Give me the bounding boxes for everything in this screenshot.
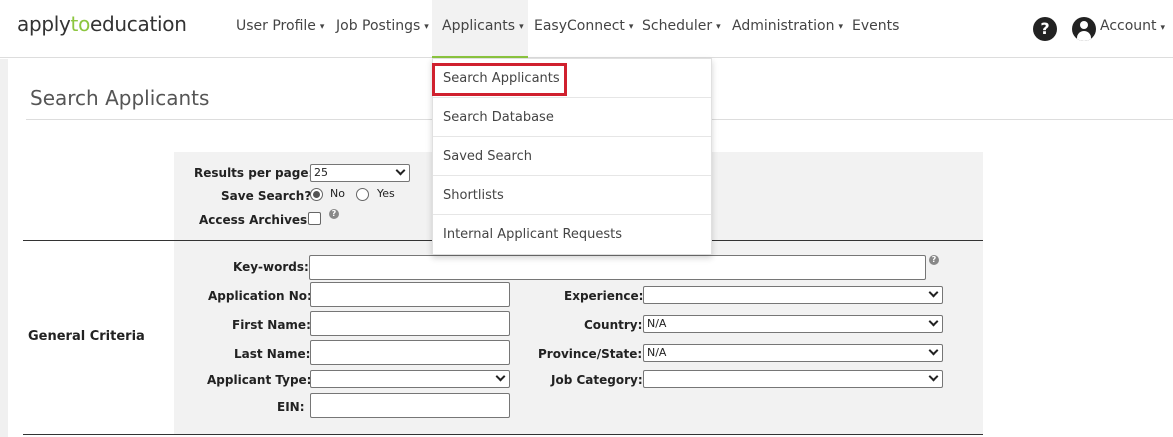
save-search-no-radio[interactable] (310, 188, 323, 201)
first-name-input[interactable] (310, 311, 510, 336)
experience-select[interactable] (643, 286, 943, 304)
applicant-type-select[interactable] (310, 370, 510, 388)
job-category-select[interactable] (643, 370, 943, 388)
highlight-box (432, 63, 567, 96)
menu-item-internal-applicant-requests[interactable]: Internal Applicant Requests (433, 215, 711, 254)
nav-user-profile-label: User Profile (236, 18, 316, 34)
keywords-input[interactable] (309, 255, 926, 280)
nav-job-postings[interactable]: Job Postings ▾ (336, 0, 429, 56)
country-select[interactable]: N/A (643, 315, 943, 333)
nav-user-profile[interactable]: User Profile ▾ (236, 0, 324, 56)
last-name-input[interactable] (310, 340, 510, 365)
page-title: Search Applicants (30, 86, 210, 110)
nav-events[interactable]: Events (852, 0, 899, 56)
chevron-down-icon: ▾ (424, 22, 429, 32)
section-divider (23, 434, 983, 435)
applytoeducation-logo[interactable]: applytoeducation (17, 12, 187, 36)
applicant-type-label: Applicant Type: (207, 373, 312, 387)
nav-applicants-label: Applicants (442, 18, 516, 34)
logo-text-post: education (90, 12, 187, 36)
results-per-page-select[interactable]: 25 (310, 164, 410, 182)
nav-applicants[interactable]: Applicants ▾ (432, 0, 528, 59)
access-archives-checkbox[interactable] (308, 212, 321, 225)
experience-label: Experience: (564, 289, 644, 303)
logo-text-accent: to (70, 12, 91, 36)
nav-scheduler-label: Scheduler (642, 18, 713, 34)
province-state-value: N/A (647, 346, 667, 359)
help-icon[interactable]: ? (929, 255, 939, 265)
application-no-input[interactable] (310, 282, 510, 307)
nav-events-label: Events (852, 18, 900, 34)
nav-easyconnect-label: EasyConnect (534, 18, 625, 34)
results-per-page-value: 25 (314, 166, 328, 179)
left-gutter (0, 59, 8, 437)
job-category-label: Job Category: (551, 373, 643, 387)
top-navigation-bar: applytoeducation User Profile ▾ Job Posti… (0, 0, 1173, 59)
menu-item-search-database[interactable]: Search Database (433, 98, 711, 137)
general-criteria-heading: General Criteria (28, 329, 145, 344)
province-state-select[interactable]: N/A (643, 344, 943, 362)
chevron-down-icon: ▾ (628, 22, 634, 32)
country-label: Country: (584, 318, 643, 332)
chevron-down-icon: ▾ (1160, 23, 1166, 33)
menu-item-shortlists[interactable]: Shortlists (433, 176, 711, 215)
keywords-label: Key-words: (233, 260, 309, 274)
last-name-label: Last Name: (234, 347, 311, 361)
application-no-label: Application No: (208, 289, 312, 303)
nav-administration[interactable]: Administration ▾ (732, 0, 843, 56)
results-per-page-label: Results per page: (194, 166, 314, 180)
nav-job-postings-label: Job Postings (336, 18, 421, 34)
province-state-label: Province/State: (538, 347, 643, 361)
nav-scheduler[interactable]: Scheduler ▾ (642, 0, 721, 56)
save-search-yes-label: Yes (377, 187, 395, 200)
save-search-yes-radio[interactable] (356, 188, 369, 201)
user-avatar-icon[interactable] (1072, 17, 1096, 41)
chevron-down-icon: ▾ (838, 22, 843, 32)
help-icon[interactable]: ? (329, 209, 339, 219)
ein-label: EIN: (277, 400, 305, 414)
chevron-down-icon: ▾ (519, 22, 524, 32)
help-circle-icon[interactable]: ? (1033, 17, 1057, 41)
first-name-label: First Name: (232, 318, 311, 332)
menu-item-saved-search[interactable]: Saved Search (433, 137, 711, 176)
nav-easyconnect[interactable]: EasyConnect ▾ (534, 0, 633, 56)
logo-text-pre: apply (17, 12, 71, 36)
nav-administration-label: Administration (732, 18, 835, 34)
chevron-down-icon (395, 165, 406, 176)
save-search-no-label: No (330, 187, 345, 200)
ein-input[interactable] (310, 393, 510, 418)
chevron-down-icon (495, 371, 506, 382)
save-search-label: Save Search? (221, 189, 312, 203)
country-value: N/A (647, 317, 667, 330)
chevron-down-icon (928, 371, 939, 382)
chevron-down-icon (928, 316, 939, 327)
access-archives-label: Access Archives: (199, 213, 312, 227)
chevron-down-icon (928, 345, 939, 356)
chevron-down-icon (928, 287, 939, 298)
account-menu[interactable]: Account ▾ (1100, 0, 1165, 54)
chevron-down-icon: ▾ (716, 22, 721, 32)
chevron-down-icon: ▾ (319, 22, 325, 32)
account-label: Account (1100, 18, 1157, 34)
